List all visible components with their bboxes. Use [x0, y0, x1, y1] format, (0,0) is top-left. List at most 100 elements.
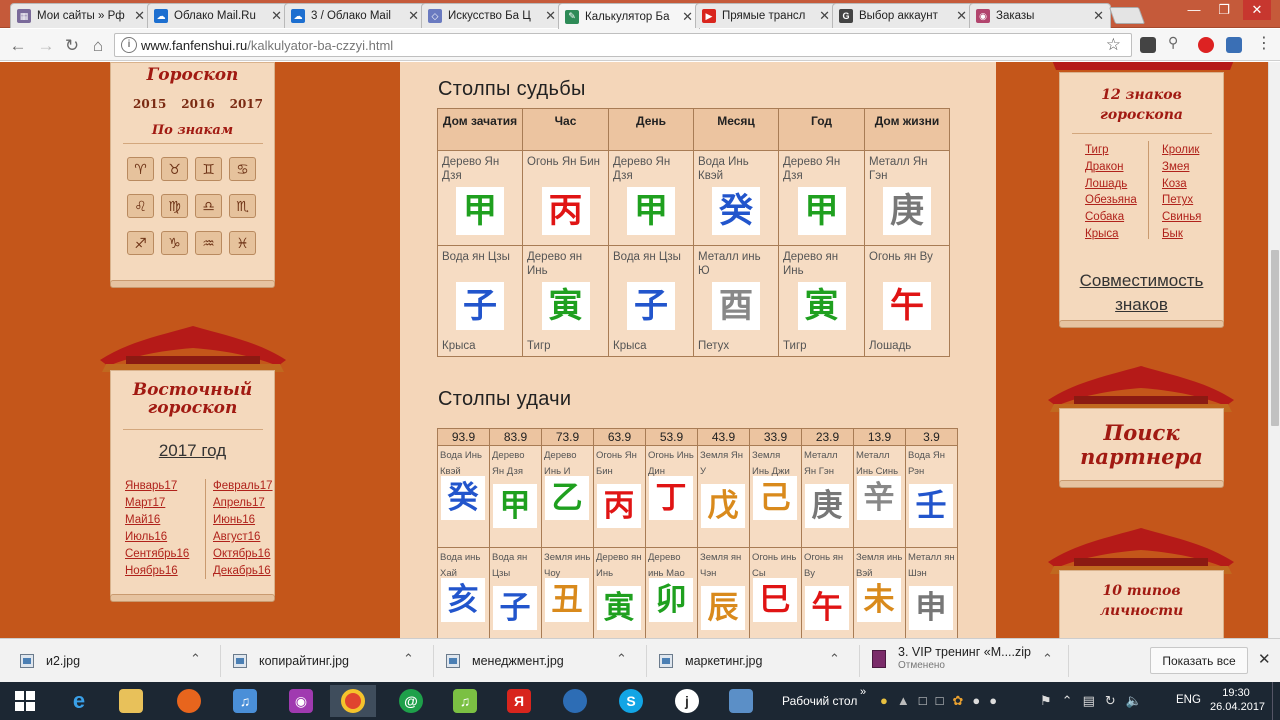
browser-tab[interactable]: ◇ Искусство Ба Ц ✕ — [421, 3, 563, 28]
flag-icon[interactable]: ⚑ — [1040, 693, 1052, 709]
taskbar-ie[interactable]: e — [56, 685, 102, 717]
start-button[interactable] — [2, 685, 48, 717]
month-link[interactable]: Апрель17 — [213, 495, 273, 512]
extension-search-icon[interactable]: ⚲ — [1168, 34, 1184, 50]
download-item[interactable]: копирайтинг.jpg ⌃ — [233, 647, 414, 675]
tray-app-icon[interactable]: ✿ — [952, 693, 963, 709]
year-2017-link[interactable]: 2017 год — [111, 441, 274, 461]
month-link[interactable]: Ноябрь16 — [125, 563, 189, 580]
info-icon[interactable]: i — [121, 37, 137, 53]
download-item[interactable]: менеджмент.jpg ⌃ — [446, 647, 627, 675]
sync-icon[interactable]: ↻ — [1105, 693, 1116, 709]
tray-app-icon[interactable]: ● — [880, 693, 888, 709]
compatibility-link[interactable]: Совместимость знаков — [1060, 269, 1223, 317]
chevron-up-icon[interactable]: ⌃ — [829, 651, 840, 667]
personality-types-title[interactable]: 10 типов личности — [1060, 581, 1223, 621]
month-link[interactable]: Май16 — [125, 512, 189, 529]
bookmark-star-icon[interactable]: ☆ — [1106, 35, 1121, 55]
partner-search-link[interactable]: Поиск партнера — [1060, 421, 1223, 469]
chevron-up-icon[interactable]: ⌃ — [190, 651, 201, 667]
zodiac-sign-icon[interactable]: ♌ — [127, 194, 154, 218]
zodiac-sign-link[interactable]: Тигр — [1085, 142, 1137, 159]
zodiac-sign-icon[interactable]: ♏ — [229, 194, 256, 218]
taskbar-j-app[interactable]: j — [664, 685, 710, 717]
browser-tab[interactable]: ☁ 3 / Облако Mail ✕ — [284, 3, 426, 28]
taskbar-music[interactable]: ♫ — [442, 685, 488, 717]
network-icon[interactable]: ▤ — [1083, 693, 1095, 709]
tray-app-icon[interactable]: □ — [936, 693, 944, 709]
month-link[interactable]: Декабрь16 — [213, 563, 273, 580]
extension-opera-icon[interactable] — [1198, 37, 1214, 53]
taskbar-explorer[interactable] — [108, 685, 154, 717]
partner-search-panel[interactable]: Поиск партнера — [1059, 408, 1224, 484]
home-icon[interactable]: ⌂ — [88, 36, 108, 56]
year-link-2017[interactable]: 2017 — [230, 97, 263, 111]
hidden-icons-chevron-icon[interactable]: ⌃ — [1062, 693, 1073, 709]
zodiac-sign-icon[interactable]: ♋ — [229, 157, 256, 181]
zodiac-sign-icon[interactable]: ♍ — [161, 194, 188, 218]
zodiac-sign-icon[interactable]: ♉ — [161, 157, 188, 181]
zodiac-sign-icon[interactable]: ♈ — [127, 157, 154, 181]
month-link[interactable]: Октябрь16 — [213, 546, 273, 563]
browser-tab[interactable]: ✎ Калькулятор Ба ✕ — [558, 3, 700, 29]
zodiac-sign-link[interactable]: Петух — [1162, 192, 1201, 209]
tab-close-icon[interactable]: ✕ — [134, 8, 145, 24]
extension-cast-icon[interactable] — [1140, 37, 1156, 53]
month-link[interactable]: Август16 — [213, 529, 273, 546]
month-link[interactable]: Март17 — [125, 495, 189, 512]
browser-tab[interactable]: ◉ Заказы ✕ — [969, 3, 1111, 28]
download-item[interactable]: маркетинг.jpg ⌃ — [659, 647, 840, 675]
taskbar-thunderbird[interactable] — [552, 685, 598, 717]
browser-tab[interactable]: ☁ Облако Mail.Ru ✕ — [147, 3, 289, 28]
back-icon[interactable]: ← — [8, 36, 28, 56]
year-link-2016[interactable]: 2016 — [181, 97, 214, 111]
show-desktop-button[interactable] — [1272, 682, 1280, 720]
show-all-downloads-button[interactable]: Показать все — [1150, 647, 1248, 674]
month-link[interactable]: Июнь16 — [213, 512, 273, 529]
zodiac-sign-icon[interactable]: ♒ — [195, 231, 222, 255]
tray-app-icon[interactable]: ● — [989, 693, 997, 709]
taskbar-chrome[interactable] — [330, 685, 376, 717]
zodiac-sign-icon[interactable]: ♓ — [229, 231, 256, 255]
month-link[interactable]: Февраль17 — [213, 478, 273, 495]
download-item-zip[interactable]: 3. VIP тренинг «М....zip Отменено ⌃ — [872, 645, 1053, 673]
zodiac-sign-icon[interactable]: ♊ — [195, 157, 222, 181]
month-link[interactable]: Январь17 — [125, 478, 189, 495]
browser-tab[interactable]: ▦ Мои сайты » Рф ✕ — [10, 3, 152, 28]
page-scrollbar[interactable] — [1268, 62, 1280, 638]
zodiac-sign-link[interactable]: Обезьяна — [1085, 192, 1137, 209]
tray-app-icon[interactable]: ▲ — [897, 693, 910, 709]
zodiac-sign-link[interactable]: Лошадь — [1085, 176, 1137, 193]
tab-close-icon[interactable]: ✕ — [682, 9, 693, 25]
close-window-button[interactable]: ✕ — [1243, 0, 1271, 20]
new-tab-button[interactable] — [1108, 7, 1146, 24]
taskbar-yandex[interactable]: Я — [496, 685, 542, 717]
reload-icon[interactable]: ↻ — [62, 36, 82, 56]
chevron-up-icon[interactable]: » — [860, 686, 866, 698]
tray-app-icon[interactable]: ● — [972, 693, 980, 709]
zodiac-sign-icon[interactable]: ♎ — [195, 194, 222, 218]
language-indicator[interactable]: ENG — [1176, 694, 1201, 706]
taskbar-audio[interactable]: ♫ — [222, 685, 268, 717]
forward-icon[interactable]: → — [36, 36, 56, 56]
download-item[interactable]: и2.jpg ⌃ — [20, 647, 201, 675]
zodiac-sign-link[interactable]: Змея — [1162, 159, 1201, 176]
clock[interactable]: 19:30 26.04.2017 — [1210, 686, 1265, 714]
zodiac-sign-link[interactable]: Дракон — [1085, 159, 1137, 176]
tab-close-icon[interactable]: ✕ — [819, 8, 830, 24]
taskbar-firefox[interactable] — [166, 685, 212, 717]
zodiac-sign-link[interactable]: Коза — [1162, 176, 1201, 193]
tab-close-icon[interactable]: ✕ — [271, 8, 282, 24]
menu-icon[interactable]: ⋮ — [1256, 33, 1272, 52]
tab-close-icon[interactable]: ✕ — [956, 8, 967, 24]
zodiac-sign-link[interactable]: Собака — [1085, 209, 1137, 226]
browser-tab[interactable]: G Выбор аккаунт ✕ — [832, 3, 974, 28]
zodiac-sign-link[interactable]: Крыса — [1085, 226, 1137, 243]
month-link[interactable]: Сентябрь16 — [125, 546, 189, 563]
chevron-up-icon[interactable]: ⌃ — [616, 651, 627, 667]
close-downloads-icon[interactable]: ✕ — [1258, 650, 1271, 668]
zodiac-sign-link[interactable]: Свинья — [1162, 209, 1201, 226]
chevron-up-icon[interactable]: ⌃ — [403, 651, 414, 667]
zodiac-sign-link[interactable]: Кролик — [1162, 142, 1201, 159]
chevron-up-icon[interactable]: ⌃ — [1042, 651, 1053, 667]
